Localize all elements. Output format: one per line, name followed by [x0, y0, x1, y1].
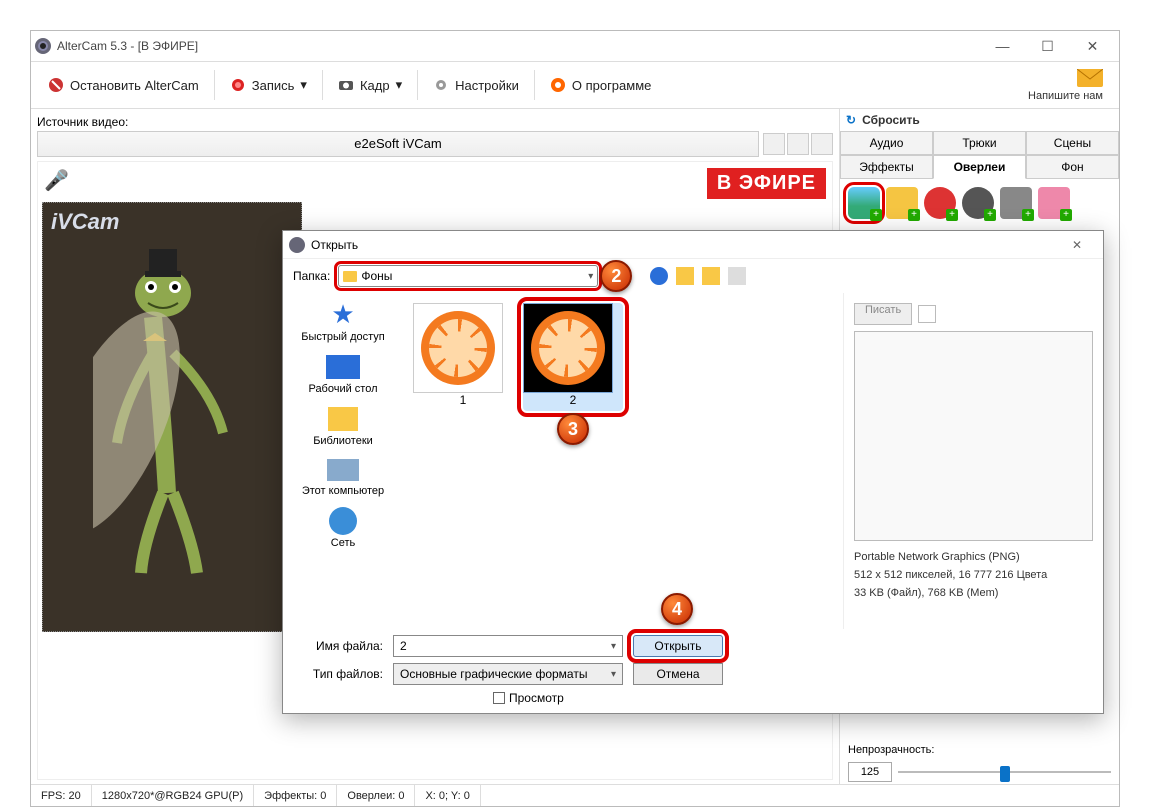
lifebuoy-icon — [550, 77, 566, 93]
window-title: AlterCam 5.3 - [В ЭФИРЕ] — [57, 39, 198, 53]
preview-panel: Писать Portable Network Graphics (PNG) 5… — [843, 293, 1103, 629]
cancel-button[interactable]: Отмена — [633, 663, 723, 685]
status-overlays: Оверлеи: 0 — [337, 785, 415, 806]
up-icon[interactable] — [676, 267, 694, 285]
tab-overlays[interactable]: Оверлеи — [933, 155, 1026, 179]
reset-button[interactable]: ↻ Сбросить — [840, 109, 1119, 131]
gear-icon — [433, 77, 449, 93]
opacity-input[interactable] — [848, 762, 892, 782]
status-bar: FPS: 20 1280x720*@RGB24 GPU(P) Эффекты: … — [31, 784, 1119, 806]
chevron-down-icon: ▾ — [300, 77, 307, 93]
add-cctv-overlay-button[interactable]: + — [1000, 187, 1032, 219]
chevron-down-icon: ▾ — [396, 77, 403, 93]
preview-dims: 512 x 512 пикселей, 16 777 216 Цвета — [854, 569, 1093, 581]
filetype-label: Тип файлов: — [293, 667, 383, 681]
filetype-select[interactable]: Основные графические форматы ▾ — [393, 663, 623, 685]
frog-character — [93, 243, 253, 583]
open-button[interactable]: Открыть — [633, 635, 723, 657]
file-item[interactable]: 1 — [413, 303, 513, 407]
record-button[interactable]: Запись ▾ — [219, 72, 318, 98]
tab-audio[interactable]: Аудио — [840, 131, 933, 155]
filename-label: Имя файла: — [293, 639, 383, 653]
folder-icon — [343, 271, 357, 282]
live-badge: В ЭФИРЕ — [707, 168, 826, 199]
status-coords: X: 0; Y: 0 — [415, 785, 480, 806]
tab-scenes[interactable]: Сцены — [1026, 131, 1119, 155]
close-button[interactable]: ✕ — [1070, 32, 1115, 60]
opacity-label: Непрозрачность: — [840, 740, 1119, 760]
views-icon[interactable] — [728, 267, 746, 285]
chevron-down-icon: ▾ — [611, 641, 616, 652]
status-fps: FPS: 20 — [31, 785, 92, 806]
mail-icon — [1077, 69, 1103, 87]
stop-icon — [48, 77, 64, 93]
places-bar: ★Быстрый доступ Рабочий стол Библиотеки … — [283, 293, 403, 629]
write-button[interactable]: Писать — [854, 303, 912, 325]
annotation-marker: 3 — [557, 413, 589, 445]
frame-button[interactable]: Кадр ▾ — [327, 72, 413, 98]
place-desktop[interactable]: Рабочий стол — [308, 351, 377, 395]
stop-button[interactable]: Остановить AlterCam — [37, 72, 210, 98]
source-select[interactable]: e2eSoft iVCam — [37, 131, 759, 157]
preview-box — [854, 331, 1093, 541]
add-face-overlay-button[interactable]: + — [924, 187, 956, 219]
opacity-slider[interactable] — [898, 762, 1111, 782]
refresh-icon[interactable] — [811, 133, 833, 155]
dialog-title: Открыть — [311, 238, 358, 252]
add-webcam-overlay-button[interactable]: + — [962, 187, 994, 219]
preview-checkbox[interactable]: Просмотр — [493, 691, 1093, 705]
filename-input[interactable]: 2 ▾ — [393, 635, 623, 657]
reset-icon: ↻ — [846, 113, 856, 127]
app-icon — [289, 237, 305, 253]
chevron-down-icon: ▾ — [588, 271, 593, 282]
new-folder-icon[interactable] — [702, 267, 720, 285]
status-effects: Эффекты: 0 — [254, 785, 337, 806]
gear-icon[interactable] — [787, 133, 809, 155]
file-list: 1 2 3 — [403, 293, 843, 629]
open-dialog: Открыть ✕ Папка: Фоны ▾ 2 ★Быстрый досту… — [282, 230, 1104, 714]
overlay-toolbar: + + + + + + — [840, 179, 1119, 227]
toolbar: Остановить AlterCam Запись ▾ Кадр ▾ Наст… — [31, 61, 1119, 109]
add-text-overlay-button[interactable]: + — [886, 187, 918, 219]
dialog-close-button[interactable]: ✕ — [1057, 238, 1097, 252]
camera-icon — [338, 77, 354, 93]
back-icon[interactable] — [650, 267, 668, 285]
edit-icon[interactable] — [918, 305, 936, 323]
mail-link[interactable]: Напишите нам — [1028, 69, 1113, 102]
tab-background[interactable]: Фон — [1026, 155, 1119, 179]
record-icon — [230, 77, 246, 93]
settings-button[interactable]: Настройки — [422, 72, 530, 98]
place-thispc[interactable]: Этот компьютер — [302, 455, 384, 497]
add-image-overlay-button[interactable]: + — [848, 187, 880, 219]
tab-effects[interactable]: Эффекты — [840, 155, 933, 179]
preview-size: 33 KB (Файл), 768 KB (Mem) — [854, 587, 1093, 599]
crop-icon[interactable] — [763, 133, 785, 155]
maximize-button[interactable]: ☐ — [1025, 32, 1070, 60]
add-person-overlay-button[interactable]: + — [1038, 187, 1070, 219]
annotation-marker: 4 — [661, 593, 693, 625]
side-tabs: Аудио Трюки Сцены Эффекты Оверлеи Фон — [840, 131, 1119, 179]
titlebar: AlterCam 5.3 - [В ЭФИРЕ] — ☐ ✕ — [31, 31, 1119, 61]
preview-format: Portable Network Graphics (PNG) — [854, 551, 1093, 563]
about-button[interactable]: О программе — [539, 72, 663, 98]
folder-label: Папка: — [293, 269, 330, 283]
annotation-marker: 2 — [600, 260, 632, 292]
folder-combo[interactable]: Фоны ▾ — [338, 265, 598, 287]
camera-feed[interactable]: iVCam — [42, 202, 302, 632]
place-quickaccess[interactable]: ★Быстрый доступ — [301, 299, 385, 343]
source-label: Источник видео: — [37, 113, 833, 131]
status-resolution: 1280x720*@RGB24 GPU(P) — [92, 785, 254, 806]
minimize-button[interactable]: — — [980, 32, 1025, 60]
tab-tricks[interactable]: Трюки — [933, 131, 1026, 155]
place-network[interactable]: Сеть — [329, 505, 357, 549]
ivcam-watermark: iVCam — [51, 209, 119, 235]
app-icon — [35, 38, 51, 54]
file-item[interactable]: 2 3 — [523, 303, 623, 411]
place-libraries[interactable]: Библиотеки — [313, 403, 373, 447]
microphone-icon[interactable]: 🎤 — [44, 168, 69, 193]
chevron-down-icon: ▾ — [611, 669, 616, 680]
